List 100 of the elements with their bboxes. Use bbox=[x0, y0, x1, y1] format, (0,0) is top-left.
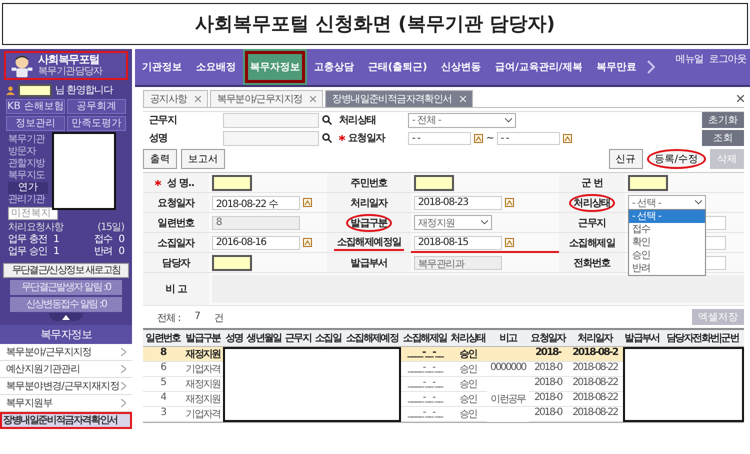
search-input-field[interactable] bbox=[223, 112, 319, 128]
table-cell: 승인 bbox=[449, 392, 487, 407]
nav-tab[interactable]: 복무만료 bbox=[589, 49, 644, 85]
form-label: 소집해제예정일 bbox=[334, 234, 404, 250]
masked-field bbox=[628, 174, 668, 190]
calendar-icon[interactable] bbox=[562, 134, 572, 142]
collapse-handle[interactable] bbox=[49, 313, 83, 321]
search-icon[interactable] bbox=[322, 133, 332, 143]
column-header: 발급구분 bbox=[183, 330, 223, 347]
form-label: 소집일자 bbox=[156, 236, 196, 250]
document-tab[interactable]: 복무분야/근무지지정 bbox=[210, 90, 324, 107]
page-title: 사회복무포털 신청화면 (복무기관 담당자) bbox=[2, 3, 748, 45]
search-label: 근무지 bbox=[149, 114, 177, 127]
close-icon[interactable] bbox=[737, 95, 744, 102]
quick-link-button[interactable]: 정보관리 bbox=[6, 116, 65, 131]
required-asterisk-icon bbox=[154, 180, 161, 186]
portal-logo-subtitle: 복무기관담당자 bbox=[38, 66, 102, 78]
toolbar-button[interactable]: 보고서 bbox=[181, 149, 225, 169]
form-label: 처리상태 bbox=[568, 194, 616, 212]
table-cell: 승인 bbox=[449, 407, 487, 422]
nav-tab[interactable]: 기관정보 bbox=[135, 49, 189, 85]
alert-button[interactable]: 무단결근/신상정보 새로고침 bbox=[3, 263, 129, 278]
table-cell: 4 bbox=[143, 392, 183, 407]
section-title: 복무자정보 bbox=[0, 325, 132, 344]
quick-link-button[interactable]: 만족도평가 bbox=[67, 116, 126, 131]
sidebar-menu-item[interactable]: 장병내일준비적금자격확인서 bbox=[0, 412, 132, 429]
sidebar-search-field[interactable]: 미전복지 bbox=[8, 207, 58, 220]
logo-panel[interactable]: 사회복무포털 복무기관담당자 bbox=[4, 51, 128, 80]
column-header: 처리상태 bbox=[449, 330, 487, 347]
total-label: 전체 : bbox=[157, 312, 180, 325]
date-from-field[interactable]: - - bbox=[408, 132, 471, 144]
caret-down-icon bbox=[505, 118, 512, 122]
nav-tab[interactable]: 복무자정보 bbox=[243, 49, 307, 85]
form-label: 전화번호 bbox=[572, 256, 612, 270]
user-name-field bbox=[18, 84, 52, 96]
dropdown[interactable]: 재정지원 bbox=[414, 215, 492, 230]
table-cell: 승인 bbox=[449, 347, 487, 362]
dropdown[interactable]: - 선택 - bbox=[628, 195, 706, 210]
dropdown-option[interactable]: 접수 bbox=[629, 223, 705, 236]
nav-tab[interactable]: 소요배정 bbox=[189, 49, 243, 85]
nav-tab[interactable]: 근태(출퇴근) bbox=[361, 49, 434, 85]
form-label: 요청일자 bbox=[156, 196, 196, 210]
date-field[interactable]: 2018-08-15 bbox=[414, 236, 502, 250]
form-label: 일련번호 bbox=[156, 216, 196, 230]
sidebar-link[interactable]: 관리기관 bbox=[8, 194, 45, 206]
remarks-field[interactable] bbox=[212, 275, 744, 303]
nav-tab[interactable]: 고충상담 bbox=[307, 49, 361, 85]
sidebar-link[interactable]: 방문자 bbox=[8, 146, 36, 158]
table-cell: 승인 bbox=[449, 362, 487, 377]
sidebar-link[interactable]: 복무지도 bbox=[8, 170, 45, 182]
sidebar-button[interactable]: 연가 bbox=[8, 182, 48, 194]
nav-tab[interactable]: 신상변동 bbox=[434, 49, 488, 85]
requests-period: (15일) bbox=[97, 222, 124, 234]
column-header: 성명 bbox=[223, 330, 245, 347]
toolbar-button[interactable]: 신규 bbox=[608, 149, 643, 169]
sidebar-link[interactable]: 관할지방 bbox=[8, 158, 45, 170]
stat-label: 업무 충전 bbox=[8, 234, 48, 246]
search-action-button[interactable]: 조회 bbox=[702, 130, 744, 146]
document-tab[interactable]: 장병내일준비적금자격확인서 bbox=[325, 90, 473, 107]
form-label: 발급부서 bbox=[350, 256, 388, 270]
date-field[interactable]: 2016-08-16 bbox=[212, 236, 300, 250]
calendar-icon[interactable] bbox=[505, 238, 514, 247]
range-separator: ~ bbox=[486, 132, 494, 144]
quick-link-button[interactable]: KB 손해보험 bbox=[6, 99, 65, 114]
column-header: 처리일자 bbox=[567, 330, 623, 347]
dropdown-option[interactable]: 승인 bbox=[629, 249, 705, 262]
calendar-icon[interactable] bbox=[303, 238, 312, 247]
date-field[interactable]: 2018-08-23 bbox=[414, 196, 502, 210]
status-dropdown[interactable]: - 전체 - bbox=[408, 112, 516, 128]
form-label: 비 고 bbox=[164, 283, 188, 296]
column-header: 소집해제일 bbox=[401, 330, 449, 347]
toolbar-button[interactable]: 출력 bbox=[143, 149, 177, 169]
close-icon[interactable] bbox=[194, 96, 201, 102]
calendar-icon[interactable] bbox=[474, 134, 483, 142]
search-label: 성명 bbox=[149, 132, 168, 145]
calendar-icon[interactable] bbox=[303, 198, 312, 207]
search-input-field[interactable] bbox=[223, 130, 319, 146]
table-cell: 2018-08-2 bbox=[567, 347, 623, 362]
dropdown-option[interactable]: - 선택 - bbox=[629, 210, 705, 223]
table-cell: 8 bbox=[143, 347, 183, 362]
user-link[interactable]: 메뉴얼 bbox=[676, 52, 704, 66]
table-cell: 2018-0 bbox=[529, 377, 567, 392]
stat-value: 1 bbox=[53, 234, 60, 246]
sidebar-menu-item[interactable]: 복무분야/근무지지정 bbox=[0, 344, 132, 361]
search-action-button[interactable]: 초기화 bbox=[702, 112, 744, 128]
toolbar-button[interactable]: 등록/수정 bbox=[646, 149, 706, 169]
sidebar-menu-item[interactable]: 예산지원기관관리 bbox=[0, 361, 132, 378]
document-tab[interactable]: 공지사항 bbox=[143, 90, 208, 107]
portal-logo-title: 사회복무포털 bbox=[38, 53, 100, 66]
close-icon[interactable] bbox=[310, 96, 316, 102]
chevron-right-icon[interactable] bbox=[647, 60, 656, 74]
nav-tab[interactable]: 급여/교육관리/제복 bbox=[488, 49, 590, 85]
search-icon[interactable] bbox=[322, 115, 332, 125]
sidebar-link[interactable]: 복무기관 bbox=[8, 134, 45, 146]
user-link[interactable]: 로그아웃 bbox=[709, 52, 746, 66]
date-to-field[interactable]: - - bbox=[496, 132, 560, 144]
sidebar-menu-item[interactable]: 복무분야변경/근무지재지정 bbox=[0, 378, 132, 395]
date-field[interactable]: 2018-08-22 수 bbox=[212, 196, 300, 210]
calendar-icon[interactable] bbox=[505, 198, 514, 207]
quick-link-button[interactable]: 공무회계 bbox=[67, 99, 126, 114]
